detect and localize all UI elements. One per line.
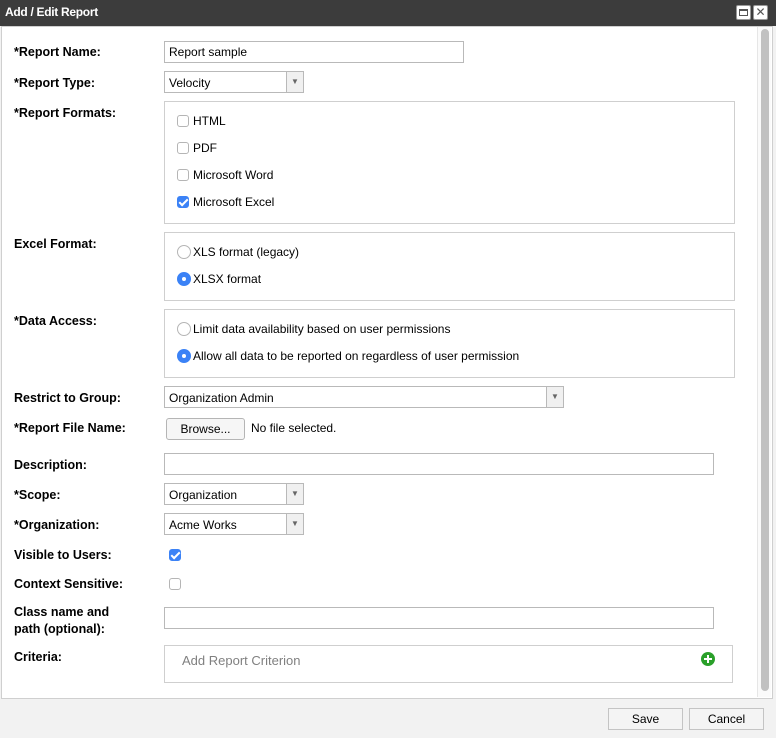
checkbox[interactable] xyxy=(169,578,181,590)
chevron-down-icon: ▼ xyxy=(286,514,303,534)
option-label: XLS format (legacy) xyxy=(193,245,300,259)
class-name-label-line2: path (optional): xyxy=(14,622,105,636)
plus-circle-icon[interactable] xyxy=(701,652,715,666)
data-access-group: Limit data availability based on user pe… xyxy=(164,309,735,378)
chevron-down-icon: ▼ xyxy=(286,72,303,92)
restrict-group-select[interactable]: Organization Admin ▼ xyxy=(164,386,564,408)
option-label: Microsoft Word xyxy=(193,168,274,182)
radio[interactable] xyxy=(177,245,191,259)
checkbox[interactable] xyxy=(177,115,189,127)
maximize-button[interactable] xyxy=(736,5,751,20)
checkbox-checked[interactable] xyxy=(169,549,181,561)
dialog-title: Add / Edit Report xyxy=(5,5,98,19)
checkbox-checked[interactable] xyxy=(177,196,189,208)
chevron-down-icon: ▼ xyxy=(286,484,303,504)
option-label: Microsoft Excel xyxy=(193,195,275,209)
description-label: Description: xyxy=(14,458,87,472)
scope-select[interactable]: Organization ▼ xyxy=(164,483,304,505)
criteria-label: Criteria: xyxy=(14,650,62,664)
scope-label: *Scope: xyxy=(14,488,61,502)
visible-to-users-label: Visible to Users: xyxy=(14,548,112,562)
option-label: Allow all data to be reported on regardl… xyxy=(193,349,520,363)
radio[interactable] xyxy=(177,322,191,336)
class-name-label-line1: Class name and xyxy=(14,605,110,619)
vertical-scrollbar[interactable] xyxy=(757,27,771,697)
report-formats-group: HTML PDF Microsoft Word Microsoft Excel xyxy=(164,101,735,224)
context-sensitive-label: Context Sensitive: xyxy=(14,577,124,591)
close-button[interactable]: ✕ xyxy=(753,5,768,20)
context-sensitive-checkbox[interactable] xyxy=(169,576,183,592)
organization-label: *Organization: xyxy=(14,518,100,532)
criteria-box: Add Report Criterion xyxy=(164,645,733,683)
organization-value: Acme Works xyxy=(169,518,237,532)
scope-value: Organization xyxy=(169,488,238,502)
file-status: No file selected. xyxy=(251,421,337,435)
close-icon: ✕ xyxy=(755,5,766,19)
report-name-input[interactable] xyxy=(164,41,464,63)
option-label: XLSX format xyxy=(193,272,262,286)
chevron-down-icon: ▼ xyxy=(546,387,563,407)
description-input[interactable] xyxy=(164,453,714,475)
visible-to-users-checkbox[interactable] xyxy=(169,547,183,563)
option-label: Limit data availability based on user pe… xyxy=(193,322,451,336)
cancel-button[interactable]: Cancel xyxy=(689,708,764,730)
radio-selected[interactable] xyxy=(177,349,191,363)
checkbox[interactable] xyxy=(177,142,189,154)
option-label: HTML xyxy=(193,114,226,128)
save-button[interactable]: Save xyxy=(608,708,683,730)
radio-selected[interactable] xyxy=(177,272,191,286)
browse-button[interactable]: Browse... xyxy=(166,418,245,440)
class-name-input[interactable] xyxy=(164,607,714,629)
restrict-group-value: Organization Admin xyxy=(169,391,274,405)
report-type-select[interactable]: Velocity ▼ xyxy=(164,71,304,93)
report-type-label: *Report Type: xyxy=(14,76,96,90)
excel-format-label: Excel Format: xyxy=(14,237,97,251)
add-criterion-link[interactable]: Add Report Criterion xyxy=(182,653,301,668)
report-file-name-label: *Report File Name: xyxy=(14,421,126,435)
report-type-value: Velocity xyxy=(169,76,211,90)
report-name-label: *Report Name: xyxy=(14,45,101,59)
restrict-group-label: Restrict to Group: xyxy=(14,391,121,405)
dialog-titlebar: Add / Edit Report ✕ xyxy=(0,0,776,26)
excel-format-group: XLS format (legacy) XLSX format xyxy=(164,232,735,301)
scrollbar-thumb[interactable] xyxy=(761,29,769,691)
checkbox[interactable] xyxy=(177,169,189,181)
report-formats-label: *Report Formats: xyxy=(14,106,117,120)
data-access-label: *Data Access: xyxy=(14,314,97,328)
option-label: PDF xyxy=(193,141,217,155)
organization-select[interactable]: Acme Works ▼ xyxy=(164,513,304,535)
maximize-icon xyxy=(739,9,748,16)
